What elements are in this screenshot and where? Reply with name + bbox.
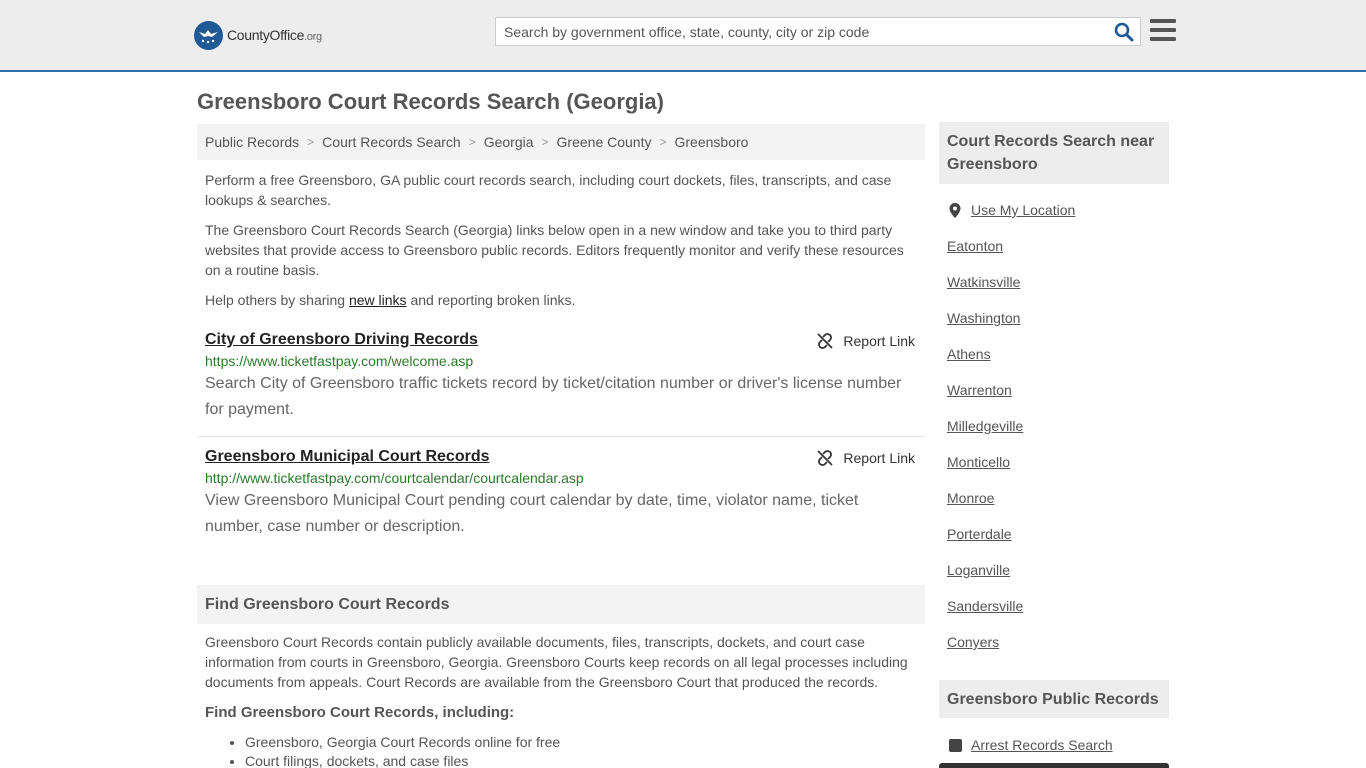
result-description: View Greensboro Municipal Court pending … [205, 492, 859, 535]
breadcrumb-greensboro[interactable]: Greensboro [675, 134, 749, 150]
logo-text: CountyOffice.org [227, 27, 322, 43]
sidebar-public-records-heading: Greensboro Public Records [939, 680, 1169, 718]
divider [197, 436, 925, 437]
result-url: http://www.ticketfastpay.com/courtcalend… [205, 470, 584, 486]
intro-paragraph-3: Help others by sharing new links and rep… [205, 290, 917, 310]
result-item: Greensboro Municipal Court Records Repor… [197, 448, 925, 540]
list-item: Court filings, dockets, and case files [245, 752, 560, 768]
nearby-link-loganville[interactable]: Loganville [947, 562, 1010, 578]
chevron-right-icon: > [307, 135, 315, 149]
broken-link-icon [817, 450, 834, 466]
logo-tld: .org [304, 31, 322, 43]
hamburger-menu-icon[interactable] [1150, 19, 1176, 43]
nearby-link-conyers[interactable]: Conyers [947, 634, 999, 650]
result-url: https://www.ticketfastpay.com/welcome.as… [205, 353, 474, 369]
intro-paragraph-2: The Greensboro Court Records Search (Geo… [205, 222, 904, 278]
menu-line [1150, 28, 1176, 32]
site-logo[interactable]: CountyOffice.org [194, 20, 322, 50]
menu-line [1150, 19, 1176, 23]
nearby-link-warrenton[interactable]: Warrenton [947, 382, 1012, 398]
search-input[interactable] [496, 18, 1096, 45]
nearby-link-watkinsville[interactable]: Watkinsville [947, 274, 1020, 290]
intro-text: and reporting broken links. [406, 292, 576, 308]
new-links-link[interactable]: new links [349, 292, 407, 308]
chevron-right-icon: > [541, 135, 549, 149]
chevron-right-icon: > [468, 135, 476, 149]
nearby-link-washington[interactable]: Washington [947, 310, 1020, 326]
breadcrumb-georgia[interactable]: Georgia [484, 134, 534, 150]
nearby-link-eatonton[interactable]: Eatonton [947, 238, 1003, 254]
search-button[interactable] [1114, 22, 1134, 42]
sidebar-nearby-heading: Court Records Search near Greensboro [939, 122, 1169, 184]
intro-text: Help others by sharing [205, 292, 349, 308]
breadcrumb: Public Records > Court Records Search > … [197, 124, 925, 160]
site-header: CountyOffice.org [0, 0, 1366, 72]
find-section-heading: Find Greensboro Court Records [197, 585, 925, 624]
nearby-link-milledgeville[interactable]: Milledgeville [947, 418, 1023, 434]
chevron-right-icon: > [659, 135, 667, 149]
result-title-link[interactable]: Greensboro Municipal Court Records [205, 448, 489, 466]
logo-main: CountyOffice [227, 27, 305, 43]
search-box [495, 17, 1141, 46]
arrest-records-link[interactable]: Arrest Records Search [949, 737, 1113, 753]
find-section-list: Greensboro, Georgia Court Records online… [245, 733, 560, 768]
arrest-records-label: Arrest Records Search [971, 737, 1113, 753]
report-link-label: Report Link [843, 333, 915, 349]
result-item: City of Greensboro Driving Records Repor… [197, 331, 925, 423]
broken-link-icon [817, 333, 834, 349]
square-icon [949, 738, 962, 752]
sidebar-next-section-edge [939, 763, 1169, 768]
find-section-text: Greensboro Court Records contain publicl… [205, 634, 908, 690]
nearby-link-porterdale[interactable]: Porterdale [947, 526, 1012, 542]
report-link-button[interactable]: Report Link [817, 333, 915, 349]
nearby-link-athens[interactable]: Athens [947, 346, 991, 362]
menu-line [1150, 37, 1176, 41]
use-location-link[interactable]: Use My Location [949, 202, 1075, 218]
intro-paragraph-1: Perform a free Greensboro, GA public cou… [205, 172, 892, 208]
list-item: Greensboro, Georgia Court Records online… [245, 733, 560, 752]
breadcrumb-greene-county[interactable]: Greene County [557, 134, 652, 150]
report-link-label: Report Link [843, 450, 915, 466]
breadcrumb-court-records-search[interactable]: Court Records Search [322, 134, 461, 150]
search-icon [1114, 22, 1134, 42]
map-pin-icon [949, 202, 961, 218]
find-section-subheading: Find Greensboro Court Records, including… [205, 704, 515, 721]
result-title-link[interactable]: City of Greensboro Driving Records [205, 331, 478, 349]
nearby-link-monroe[interactable]: Monroe [947, 490, 994, 506]
logo-eagle-icon [194, 20, 223, 50]
report-link-button[interactable]: Report Link [817, 450, 915, 466]
page-title: Greensboro Court Records Search (Georgia… [197, 89, 664, 114]
nearby-link-sandersville[interactable]: Sandersville [947, 598, 1023, 614]
use-location-label: Use My Location [971, 202, 1076, 218]
result-description: Search City of Greensboro traffic ticket… [205, 375, 902, 418]
nearby-link-monticello[interactable]: Monticello [947, 454, 1010, 470]
breadcrumb-public-records[interactable]: Public Records [205, 134, 299, 150]
